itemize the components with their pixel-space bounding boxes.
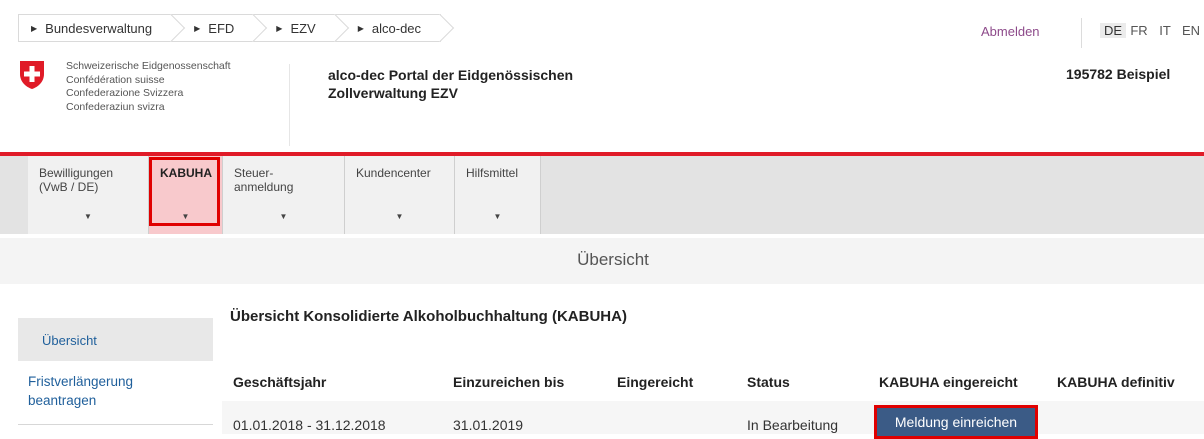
triangle-right-icon: ▶ — [31, 23, 38, 33]
caret-down-icon: ▼ — [395, 212, 404, 221]
nav-label: (VwB / DE) — [39, 180, 99, 194]
breadcrumb-label: EFD — [208, 20, 235, 36]
triangle-right-icon: ▶ — [194, 23, 201, 33]
nav-item-kundencenter[interactable]: Kundencenter ▼ — [345, 156, 455, 234]
nav-label: Bewilligungen — [39, 166, 114, 180]
caret-down-icon: ▼ — [493, 212, 502, 221]
lang-it[interactable]: IT — [1152, 23, 1178, 38]
column-header-status[interactable]: Status — [747, 374, 790, 390]
sidebar-item-label: beantragen — [28, 393, 97, 408]
federation-name-de: Schweizerische Eidgenossenschaft — [66, 60, 231, 72]
company-name: 195782 Beispiel — [1066, 66, 1171, 82]
federation-names: Schweizerische Eidgenossenschaft Confédé… — [66, 60, 231, 114]
nav-item-hilfsmittel[interactable]: Hilfsmittel ▼ — [455, 156, 541, 234]
sidebar-item-uebersicht[interactable]: Übersicht — [18, 318, 213, 361]
nav-label: anmeldung — [234, 180, 294, 194]
triangle-right-icon: ▶ — [276, 23, 283, 33]
sidebar-item-label: Übersicht — [42, 333, 97, 348]
breadcrumb-label: Bundesverwaltung — [45, 20, 153, 36]
nav-label: Steuer- — [234, 166, 274, 180]
section-heading: Übersicht Konsolidierte Alkoholbuchhaltu… — [230, 308, 627, 325]
portal-title: alco-dec Portal der Eidgenössischen Zoll… — [328, 66, 573, 102]
sidebar-item-label: Fristverlängerung — [28, 374, 134, 389]
divider — [289, 64, 290, 146]
column-header-kabuha-eingereicht[interactable]: KABUHA eingereicht — [879, 374, 1018, 390]
breadcrumb-label: alco-dec — [371, 20, 422, 36]
cell-year: 01.01.2018 - 31.12.2018 — [233, 417, 386, 433]
breadcrumb-label: EZV — [290, 20, 316, 36]
federation-name-rm: Confederaziun svizra — [66, 100, 165, 113]
nav-item-bewilligungen[interactable]: Bewilligungen (VwB / DE) ▼ — [28, 156, 149, 234]
breadcrumb: ▶ Bundesverwaltung ▶ EFD ▶ EZV ▶ alco-dec — [18, 14, 442, 42]
triangle-right-icon: ▶ — [357, 23, 364, 33]
nav-label: Hilfsmittel — [466, 166, 519, 180]
cell-due-date: 31.01.2019 — [453, 417, 524, 433]
divider — [1081, 18, 1082, 48]
language-switcher: DE FR IT EN — [1100, 23, 1204, 38]
lang-de[interactable]: DE — [1100, 23, 1126, 38]
lang-en[interactable]: EN — [1178, 23, 1204, 38]
federation-name-fr: Confédération suisse — [66, 73, 165, 86]
portal-title-line2: Zollverwaltung EZV — [328, 85, 458, 101]
nav-item-steueranmeldung[interactable]: Steuer- anmeldung ▼ — [223, 156, 345, 234]
logout-link[interactable]: Abmelden — [981, 24, 1040, 39]
swiss-coat-of-arms-icon — [20, 61, 44, 89]
portal-title-line1: alco-dec Portal der Eidgenössischen — [328, 67, 574, 83]
caret-down-icon: ▼ — [84, 212, 92, 221]
nav-label: Kundencenter — [356, 166, 431, 180]
sidebar-item-fristverlaengerung[interactable]: Fristverlängerung beantragen — [28, 372, 133, 410]
highlight-frame — [149, 157, 220, 226]
column-header-geschaeftsjahr[interactable]: Geschäftsjahr — [233, 374, 326, 390]
federation-name-it: Confederazione Svizzera — [66, 87, 184, 99]
lang-fr[interactable]: FR — [1126, 23, 1152, 38]
breadcrumb-item-bundesverwaltung[interactable]: ▶ Bundesverwaltung — [18, 14, 173, 42]
column-header-kabuha-definitiv[interactable]: KABUHA definitiv — [1057, 374, 1175, 390]
cell-status: In Bearbeitung — [747, 417, 839, 433]
divider — [18, 424, 213, 425]
column-header-eingereicht[interactable]: Eingereicht — [617, 374, 693, 390]
breadcrumb-item-alco-dec[interactable]: ▶ alco-dec — [335, 14, 442, 42]
caret-down-icon: ▼ — [279, 212, 288, 221]
column-header-einzureichen-bis[interactable]: Einzureichen bis — [453, 374, 564, 390]
page-title: Übersicht — [577, 250, 649, 269]
